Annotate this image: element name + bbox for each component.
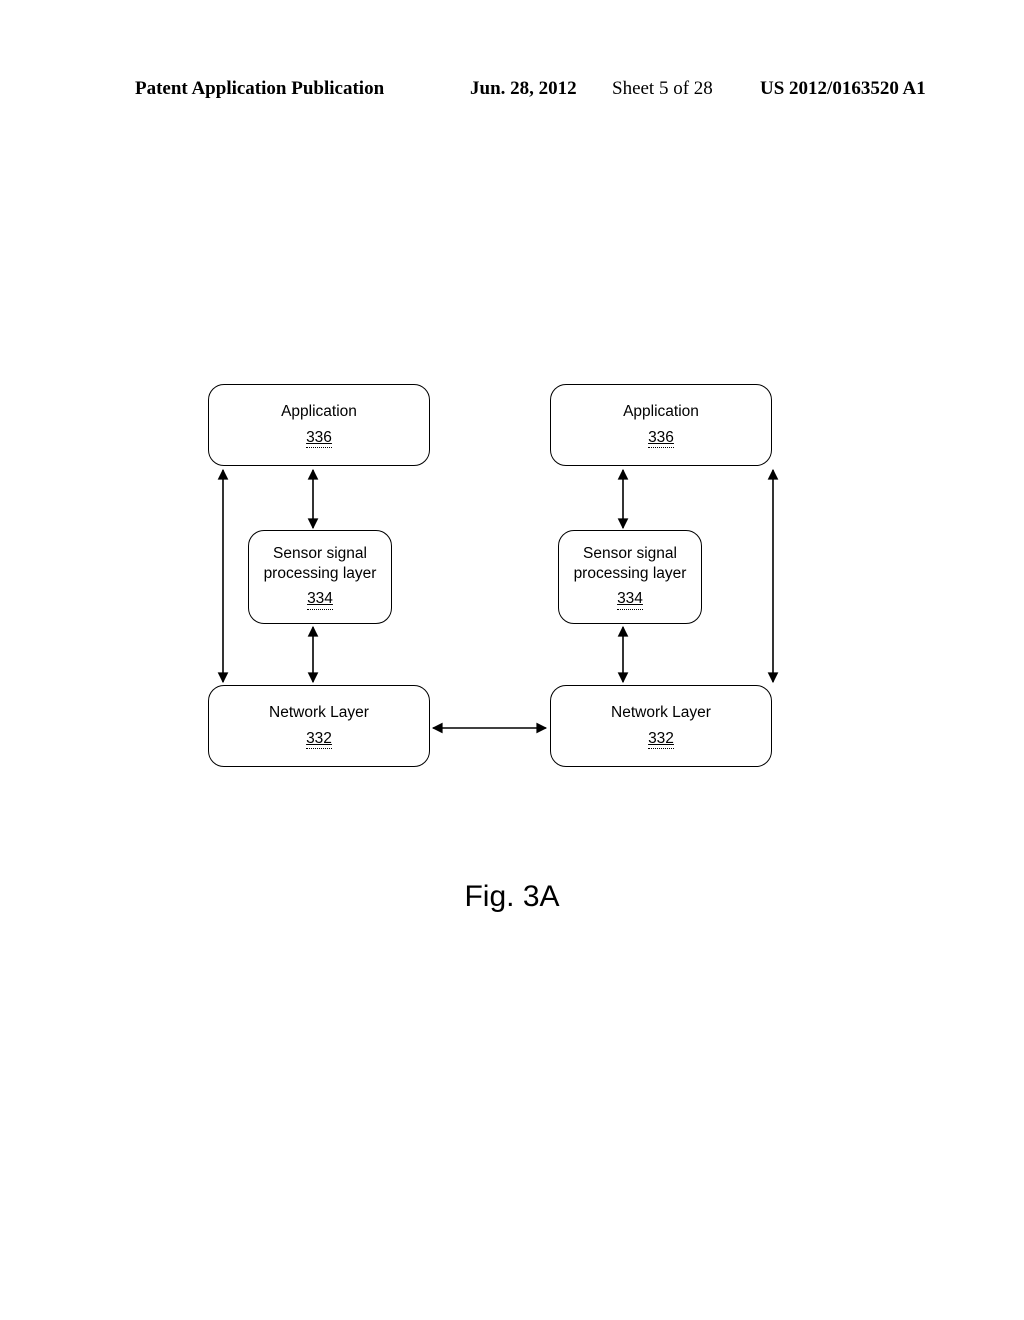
- page: Patent Application Publication Jun. 28, …: [0, 0, 1024, 1320]
- node-application-right: Application 336: [550, 384, 772, 466]
- node-line2: processing layer: [264, 564, 377, 583]
- node-refnum: 332: [648, 729, 674, 749]
- node-refnum: 336: [306, 428, 332, 448]
- node-line2: processing layer: [574, 564, 687, 583]
- node-network-right: Network Layer 332: [550, 685, 772, 767]
- diagram: Application 336 Application 336 Sensor s…: [200, 380, 805, 810]
- node-line1: Sensor signal: [583, 544, 677, 563]
- header-sheet: Sheet 5 of 28: [612, 78, 713, 100]
- node-sensor-left: Sensor signal processing layer 334: [248, 530, 392, 624]
- header-publication: Patent Application Publication: [135, 78, 384, 100]
- header-patent-number: US 2012/0163520 A1: [760, 78, 926, 100]
- node-refnum: 332: [306, 729, 332, 749]
- node-application-left: Application 336: [208, 384, 430, 466]
- header-date: Jun. 28, 2012: [470, 78, 577, 100]
- figure-label: Fig. 3A: [0, 880, 1024, 914]
- node-line1: Sensor signal: [273, 544, 367, 563]
- node-refnum: 334: [617, 589, 643, 609]
- node-title: Network Layer: [611, 703, 711, 722]
- node-sensor-right: Sensor signal processing layer 334: [558, 530, 702, 624]
- node-title: Application: [281, 402, 357, 421]
- node-network-left: Network Layer 332: [208, 685, 430, 767]
- node-refnum: 336: [648, 428, 674, 448]
- node-refnum: 334: [307, 589, 333, 609]
- node-title: Network Layer: [269, 703, 369, 722]
- node-title: Application: [623, 402, 699, 421]
